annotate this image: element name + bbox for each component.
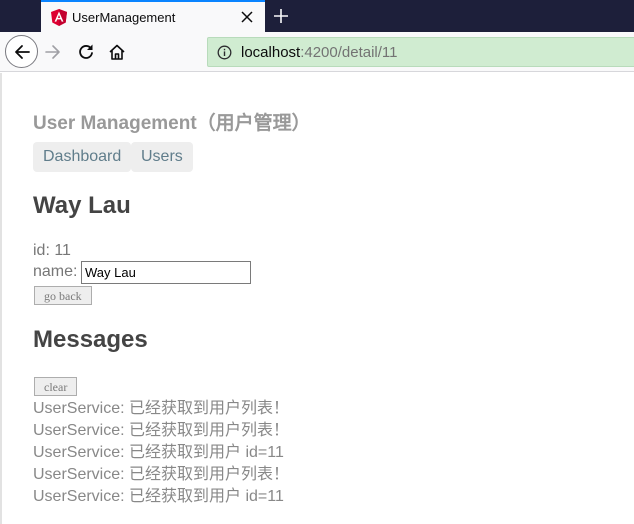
message-item: UserService: 已经获取到用户列表！ bbox=[33, 466, 290, 483]
angular-icon bbox=[51, 9, 67, 26]
message-item: UserService: 已经获取到用户列表！ bbox=[33, 422, 290, 439]
close-icon[interactable] bbox=[240, 10, 254, 24]
address-bar[interactable]: localhost:4200/detail/11 bbox=[207, 37, 634, 67]
message-item: UserService: 已经获取到用户列表！ bbox=[33, 400, 290, 417]
reload-icon[interactable] bbox=[77, 43, 95, 61]
id-label: id: bbox=[33, 242, 55, 259]
message-item: UserService: 已经获取到用户 id=11 bbox=[33, 444, 284, 461]
hero-name-heading: Way Lau bbox=[33, 192, 131, 219]
message-item: UserService: 已经获取到用户 id=11 bbox=[33, 488, 284, 505]
back-button[interactable] bbox=[5, 35, 38, 68]
name-label: name: bbox=[33, 263, 78, 280]
hero-id-row: id: 11 bbox=[33, 242, 71, 260]
tab-strip: UserManagement bbox=[0, 0, 634, 32]
new-tab-plus-icon[interactable] bbox=[271, 6, 291, 26]
home-icon[interactable] bbox=[108, 43, 126, 61]
content-border bbox=[0, 73, 2, 524]
url-path: :4200/detail/11 bbox=[300, 44, 398, 61]
clear-messages-button[interactable]: clear bbox=[34, 377, 78, 396]
message-list: UserService: 已经获取到用户列表！ UserService: 已经获… bbox=[33, 399, 289, 509]
navigation-toolbar: localhost:4200/detail/11 bbox=[0, 32, 634, 72]
messages-heading: Messages bbox=[33, 326, 148, 353]
nav-dashboard-link[interactable]: Dashboard bbox=[33, 142, 132, 172]
id-value: 11 bbox=[54, 242, 71, 259]
browser-tab[interactable]: UserManagement bbox=[41, 0, 265, 32]
url-host: localhost bbox=[241, 44, 301, 61]
info-icon[interactable] bbox=[217, 45, 232, 60]
url-text: localhost:4200/detail/11 bbox=[241, 44, 398, 61]
tab-title: UserManagement bbox=[72, 10, 176, 25]
arrow-left-icon bbox=[15, 45, 30, 59]
forward-arrow-icon[interactable] bbox=[44, 43, 62, 61]
name-input[interactable] bbox=[81, 261, 251, 284]
nav-users-link[interactable]: Users bbox=[131, 142, 193, 172]
go-back-button[interactable]: go back bbox=[34, 286, 92, 305]
app-title: User Management（用户管理） bbox=[33, 113, 311, 134]
